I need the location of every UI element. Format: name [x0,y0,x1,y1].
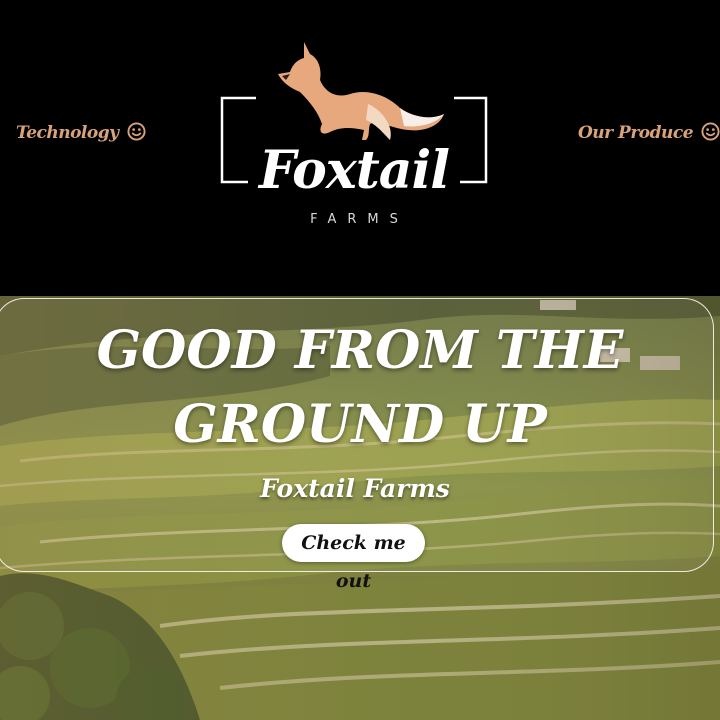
logo-subtitle: FARMS [310,212,409,227]
smiley-icon [127,122,146,141]
nav-link-our-produce[interactable]: Our Produce [578,122,720,143]
brand-logo[interactable]: Foxtail FARMS [218,36,490,236]
smiley-icon [701,122,720,141]
check-me-out-button[interactable]: Check me out [282,524,425,592]
nav-link-label: Our Produce [578,123,694,143]
nav-link-label: Technology [16,123,119,143]
hero-title: GOOD FROM THE GROUND UP [96,320,624,455]
logo-name: Foxtail [259,140,450,201]
nav-link-technology[interactable]: Technology [16,122,146,143]
hero-section: GOOD FROM THE GROUND UP Foxtail Farms Ch… [0,296,720,720]
hero-subtitle: Foxtail Farms [260,474,450,503]
site-header: Technology Foxtail FARMS Our Produce [0,0,720,296]
fox-icon [278,42,444,140]
